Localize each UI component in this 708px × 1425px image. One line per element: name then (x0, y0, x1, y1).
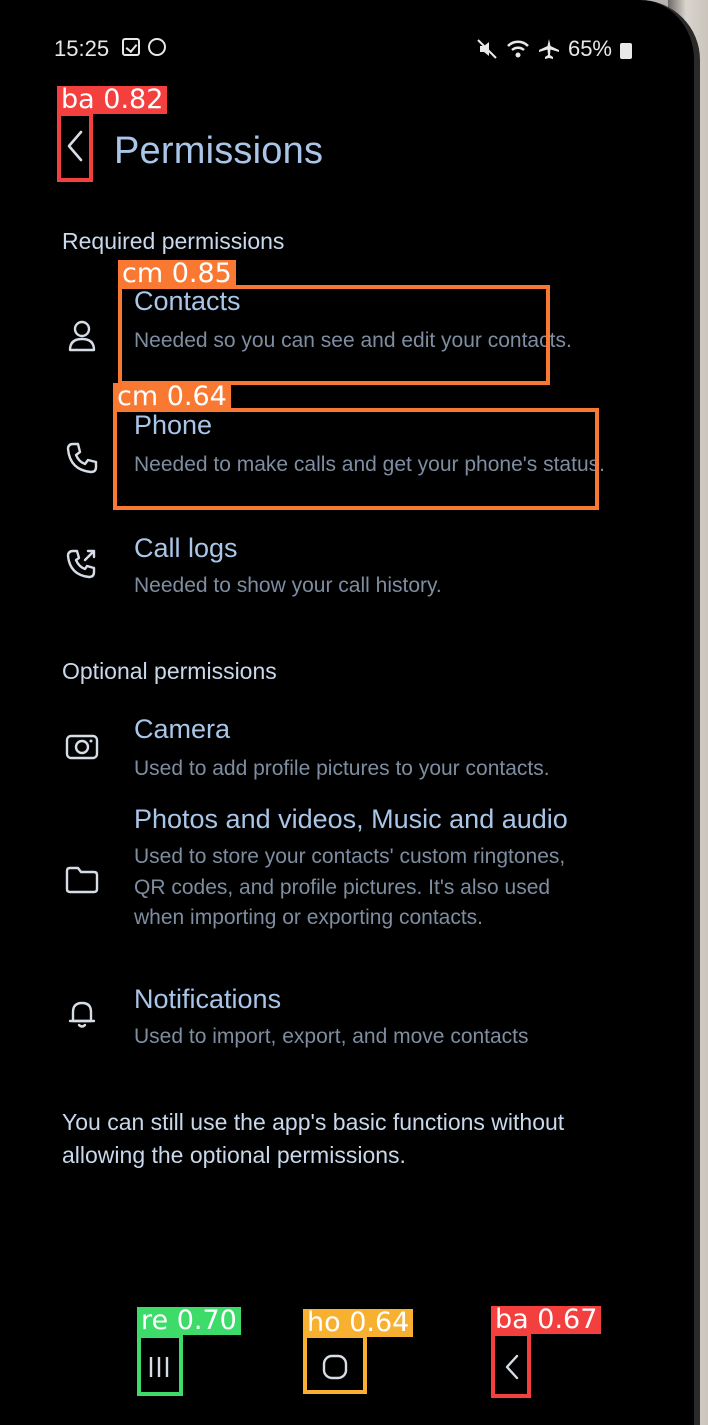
permission-description: Used to add profile pictures to your con… (134, 757, 550, 780)
battery-icon (620, 43, 632, 59)
detection-box-contacts (118, 285, 550, 385)
detection-label-contacts: cm 0.85 (118, 260, 236, 288)
permission-description: Needed to show your call history. (134, 574, 442, 597)
permission-title: Camera (134, 714, 231, 744)
camera-icon (62, 726, 102, 766)
phone-screen: 15:25 65% Permissions Required permissio… (0, 0, 700, 1425)
bell-icon (62, 994, 102, 1034)
detection-box-phone (113, 408, 599, 510)
sync-notification-icon (148, 38, 166, 56)
status-time: 15:25 (54, 36, 110, 61)
permission-title: Photos and videos, Music and audio (134, 804, 568, 834)
checkbox-notification-icon (122, 38, 140, 56)
phone-icon (62, 438, 102, 478)
person-icon (62, 316, 102, 356)
detection-label-phone: cm 0.64 (113, 383, 231, 411)
detection-box-home (303, 1334, 367, 1394)
footer-note: You can still use the app's basic functi… (62, 1109, 565, 1168)
permission-description: Used to import, export, and move contact… (134, 1025, 529, 1048)
detection-label-nav-back: ba 0.67 (491, 1306, 602, 1334)
call-log-icon (62, 543, 102, 583)
mute-icon (477, 39, 497, 59)
detection-label-recents: re 0.70 (137, 1307, 241, 1335)
required-permissions-header: Required permissions (62, 228, 285, 254)
detection-label-home: ho 0.64 (303, 1309, 414, 1337)
optional-permissions-header: Optional permissions (62, 658, 277, 684)
detection-box-recents (137, 1334, 183, 1396)
page-title: Permissions (114, 130, 324, 172)
detection-box-back (57, 112, 93, 182)
permission-title: Notifications (134, 984, 282, 1014)
detection-box-nav-back (491, 1332, 531, 1398)
battery-percent: 65% (567, 36, 612, 61)
permission-title: Call logs (134, 533, 238, 563)
detection-label-back: ba 0.82 (57, 86, 168, 114)
wifi-icon (507, 40, 529, 58)
permission-description: Used to store your contacts' custom ring… (134, 845, 566, 929)
folder-icon (62, 860, 102, 900)
status-bar: 15:25 65% (0, 30, 680, 70)
airplane-icon (538, 39, 559, 59)
